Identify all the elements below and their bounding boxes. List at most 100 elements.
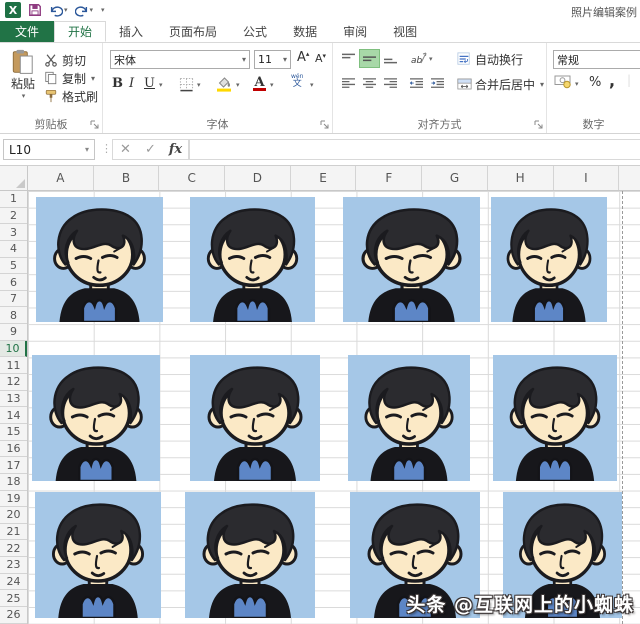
row-header[interactable]: 5 xyxy=(0,258,27,275)
fill-color-dropdown[interactable]: ▾ xyxy=(236,81,240,89)
avatar-image[interactable] xyxy=(190,197,315,322)
customize-qat-button[interactable]: ▾ xyxy=(101,6,105,14)
row-header[interactable]: 11 xyxy=(0,357,27,374)
insert-function-button[interactable]: fx xyxy=(163,142,188,157)
ribbon-tab[interactable]: 审阅 xyxy=(330,21,380,42)
align-top-button[interactable] xyxy=(339,50,358,67)
accounting-format-button[interactable] xyxy=(554,74,572,89)
align-middle-button[interactable] xyxy=(360,50,379,67)
comma-style-button[interactable]: , xyxy=(609,71,615,90)
row-header[interactable]: 22 xyxy=(0,540,27,557)
cancel-button[interactable]: ✕ xyxy=(113,142,138,157)
font-name-combo[interactable]: 宋体▾ xyxy=(110,50,250,69)
name-box[interactable]: L10 ▾ xyxy=(3,139,95,160)
ribbon-tab[interactable]: 数据 xyxy=(280,21,330,42)
align-center-button[interactable] xyxy=(360,75,379,92)
tab-file[interactable]: 文件 xyxy=(0,21,54,42)
phonetic-guide-button[interactable]: wén 文 xyxy=(291,74,303,89)
row-header[interactable]: 8 xyxy=(0,307,27,324)
orientation-dropdown[interactable]: ▾ xyxy=(429,55,433,63)
column-header[interactable]: I xyxy=(554,166,620,190)
redo-button[interactable]: ▾ xyxy=(75,4,94,17)
merge-center-button[interactable]: 合并后居中 xyxy=(457,76,544,92)
ribbon-tab[interactable]: 视图 xyxy=(380,21,430,42)
row-header[interactable]: 13 xyxy=(0,391,27,408)
column-header[interactable]: A xyxy=(28,166,94,190)
underline-dropdown[interactable]: ▾ xyxy=(159,81,163,89)
avatar-image[interactable] xyxy=(36,197,163,322)
row-header[interactable]: 2 xyxy=(0,208,27,225)
row-header[interactable]: 9 xyxy=(0,324,27,341)
avatar-image[interactable] xyxy=(493,355,617,481)
clipboard-dialog-launcher[interactable] xyxy=(90,120,100,130)
row-header[interactable]: 14 xyxy=(0,407,27,424)
bold-button[interactable]: B xyxy=(112,76,123,91)
ribbon-tab[interactable]: 页面布局 xyxy=(156,21,230,42)
row-header[interactable]: 1 xyxy=(0,191,27,208)
avatar-image[interactable] xyxy=(348,355,470,481)
align-bottom-button[interactable] xyxy=(381,50,400,67)
row-header[interactable]: 18 xyxy=(0,474,27,491)
format-painter-button[interactable]: 格式刷 xyxy=(44,88,98,104)
redo-dropdown[interactable]: ▾ xyxy=(90,6,94,14)
borders-dropdown[interactable]: ▾ xyxy=(197,81,201,89)
row-header[interactable]: 15 xyxy=(0,424,27,441)
avatar-image[interactable] xyxy=(190,355,320,481)
column-header[interactable]: C xyxy=(159,166,225,190)
grow-font-button[interactable]: A▴ xyxy=(297,50,309,65)
align-right-button[interactable] xyxy=(381,75,400,92)
increase-indent-button[interactable] xyxy=(428,75,447,92)
column-header[interactable]: D xyxy=(225,166,291,190)
avatar-image[interactable] xyxy=(32,355,160,481)
column-header[interactable]: G xyxy=(422,166,488,190)
cell-grid[interactable] xyxy=(28,191,640,624)
row-header[interactable]: 17 xyxy=(0,457,27,474)
number-format-combo[interactable]: 常规 xyxy=(553,50,640,69)
decrease-indent-button[interactable] xyxy=(407,75,426,92)
row-header[interactable]: 7 xyxy=(0,291,27,308)
column-header[interactable]: F xyxy=(356,166,422,190)
percent-style-button[interactable]: % xyxy=(589,75,601,90)
row-header[interactable]: 6 xyxy=(0,274,27,291)
column-header[interactable]: B xyxy=(94,166,160,190)
borders-button[interactable] xyxy=(179,77,194,92)
shrink-font-button[interactable]: A▾ xyxy=(315,52,326,65)
avatar-image[interactable] xyxy=(491,197,607,322)
fill-color-button[interactable] xyxy=(216,75,233,92)
ribbon-tab[interactable]: 开始 xyxy=(54,21,106,42)
row-header[interactable]: 19 xyxy=(0,491,27,508)
ribbon-tab[interactable]: 公式 xyxy=(230,21,280,42)
row-header[interactable]: 10 xyxy=(0,341,27,358)
ribbon-tab[interactable]: 插入 xyxy=(106,21,156,42)
paste-button[interactable]: 粘贴 ▾ xyxy=(6,49,40,100)
row-header[interactable]: 24 xyxy=(0,574,27,591)
formula-input[interactable] xyxy=(189,139,640,160)
wrap-text-button[interactable]: 自动换行 xyxy=(457,51,523,67)
row-header[interactable]: 16 xyxy=(0,441,27,458)
undo-dropdown[interactable]: ▾ xyxy=(64,6,68,14)
font-color-button[interactable]: A xyxy=(253,75,266,91)
select-all-corner[interactable] xyxy=(0,166,28,191)
italic-button[interactable]: I xyxy=(129,76,134,91)
enter-button[interactable]: ✓ xyxy=(138,142,163,157)
phonetic-guide-dropdown[interactable]: ▾ xyxy=(310,81,314,89)
row-header[interactable]: 12 xyxy=(0,374,27,391)
row-header[interactable]: 3 xyxy=(0,224,27,241)
font-size-combo[interactable]: 11▾ xyxy=(254,50,291,69)
row-header[interactable]: 20 xyxy=(0,507,27,524)
row-header[interactable]: 25 xyxy=(0,590,27,607)
avatar-image[interactable] xyxy=(185,492,315,618)
underline-button[interactable]: U xyxy=(144,76,155,91)
paste-dropdown[interactable]: ▾ xyxy=(7,92,40,100)
column-header[interactable]: E xyxy=(291,166,357,190)
font-color-dropdown[interactable]: ▾ xyxy=(270,81,274,89)
row-header[interactable]: 21 xyxy=(0,524,27,541)
copy-button[interactable]: 复制 xyxy=(44,70,95,86)
save-button[interactable] xyxy=(28,3,42,17)
row-header[interactable]: 23 xyxy=(0,557,27,574)
row-header[interactable]: 4 xyxy=(0,241,27,258)
align-left-button[interactable] xyxy=(339,75,358,92)
accounting-format-dropdown[interactable]: ▾ xyxy=(575,80,579,88)
avatar-image[interactable] xyxy=(343,197,480,322)
orientation-button[interactable]: ab xyxy=(411,50,427,66)
